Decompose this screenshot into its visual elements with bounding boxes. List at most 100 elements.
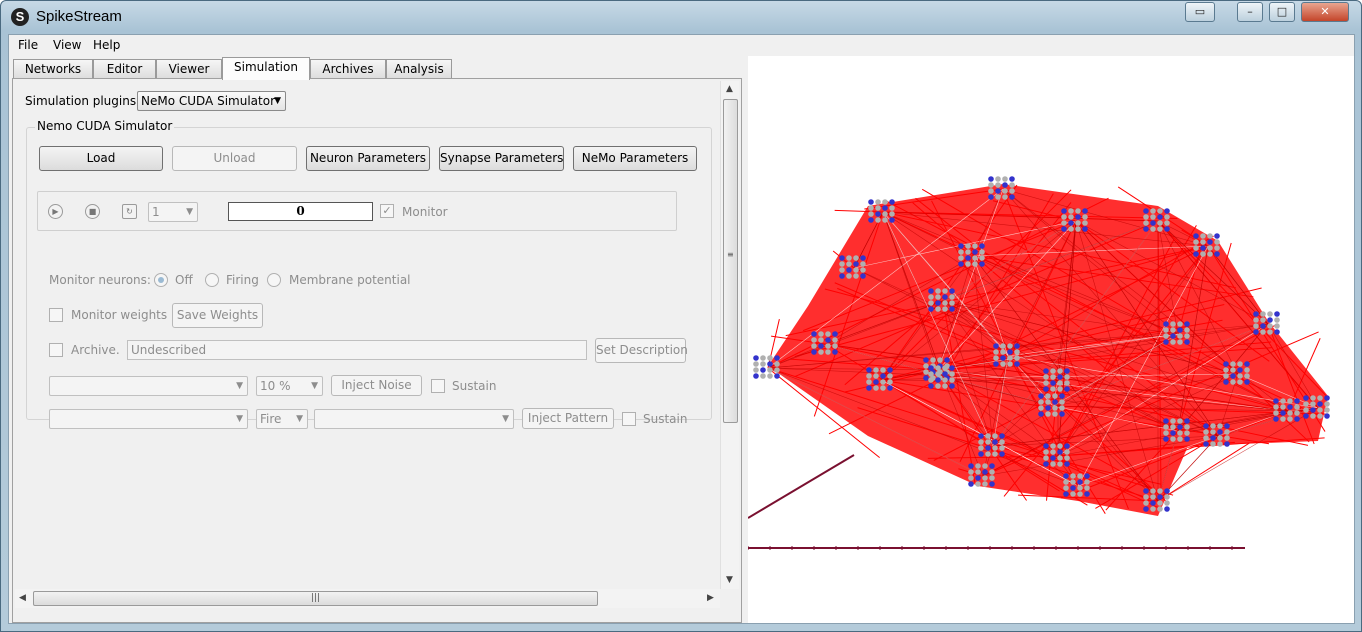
tab-simulation[interactable]: Simulation [222, 57, 310, 80]
neuron [832, 337, 838, 343]
network-visualization[interactable] [747, 56, 1354, 623]
horizontal-scrollbar[interactable]: ◀ ||| ▶ [15, 589, 720, 608]
monitor-firing-radio[interactable] [205, 273, 219, 287]
save-weights-button[interactable]: Save Weights [172, 303, 263, 328]
vertical-scrollbar[interactable]: ▲ ≡ ▼ [720, 81, 739, 589]
neuron [832, 349, 838, 355]
neuron [958, 249, 964, 255]
tab-networks[interactable]: Networks [13, 59, 93, 79]
noise-sustain-checkbox[interactable] [431, 379, 445, 393]
minimize-icon: – [1247, 5, 1253, 18]
neuron [1057, 374, 1063, 380]
set-description-button[interactable]: Set Description [595, 338, 688, 363]
horizontal-scroll-thumb[interactable]: ||| [33, 591, 598, 606]
menu-view[interactable]: View [53, 38, 81, 52]
scroll-down-icon[interactable]: ▼ [726, 575, 733, 585]
neuron [1043, 443, 1049, 449]
monitor-checkbox[interactable]: ✓ [380, 204, 394, 218]
monitor-weights-checkbox[interactable] [49, 308, 63, 322]
network-3d-viewer[interactable] [747, 56, 1354, 623]
pattern-sustain-checkbox[interactable] [622, 412, 636, 426]
neuron [760, 367, 766, 373]
monitor-membrane-radio[interactable] [267, 273, 281, 287]
archive-checkbox[interactable] [49, 343, 63, 357]
neuron [1184, 333, 1190, 339]
nemo-parameters-button[interactable]: NeMo Parameters [573, 146, 697, 171]
inject-noise-button[interactable]: Inject Noise [331, 375, 422, 396]
neuron [866, 373, 872, 379]
neuron [1260, 329, 1266, 335]
neuron [935, 300, 941, 306]
neuron [1164, 226, 1170, 232]
archive-description-input[interactable]: Undescribed [127, 340, 587, 360]
minimize-button[interactable]: – [1237, 2, 1263, 22]
chevron-down-icon: ▼ [274, 96, 281, 106]
neuron [1157, 208, 1163, 214]
neuron [1207, 233, 1213, 239]
title-bar[interactable]: S SpikeStream ▭ – □ ✕ [1, 1, 1361, 34]
switch-window-button[interactable]: ▭ [1185, 2, 1215, 22]
neuron [1064, 461, 1070, 467]
neuron [1143, 500, 1149, 506]
pattern-mode-select[interactable]: Fire ▼ [256, 409, 308, 429]
menu-help[interactable]: Help [93, 38, 120, 52]
neuron [975, 475, 981, 481]
neuron [979, 243, 985, 249]
neuron [1214, 239, 1220, 245]
neuron [1203, 441, 1209, 447]
neuron [868, 211, 874, 217]
tab-archives[interactable]: Archives [310, 59, 386, 79]
step-icon[interactable]: ↻ [122, 204, 137, 219]
pattern-file-select[interactable]: ▼ [314, 409, 514, 429]
neuron [1150, 208, 1156, 214]
load-button[interactable]: Load [39, 146, 163, 171]
vertical-scroll-thumb[interactable]: ≡ [723, 99, 738, 423]
neuron [825, 331, 831, 337]
neuron [1244, 379, 1250, 385]
noise-neuron-group-select[interactable]: ▼ [49, 376, 248, 396]
inject-pattern-button[interactable]: Inject Pattern [522, 408, 614, 429]
tab-analysis[interactable]: Analysis [386, 59, 452, 79]
neuron [1000, 361, 1006, 367]
step-count-select[interactable]: 1 ▼ [148, 202, 198, 222]
maximize-button[interactable]: □ [1269, 2, 1295, 22]
neuron [1043, 449, 1049, 455]
neuron [982, 481, 988, 487]
neuron [1217, 429, 1223, 435]
close-icon: ✕ [1320, 5, 1330, 18]
noise-percent-select[interactable]: 10 % ▼ [256, 376, 323, 396]
neuron [1157, 488, 1163, 494]
neuron [1157, 220, 1163, 226]
unload-button[interactable]: Unload [172, 146, 297, 171]
neuron [1082, 220, 1088, 226]
pattern-neuron-group-select[interactable]: ▼ [49, 409, 248, 429]
neuron [1002, 176, 1008, 182]
neuron [860, 261, 866, 267]
neuron [1150, 500, 1156, 506]
neuron [1184, 424, 1190, 430]
tab-editor[interactable]: Editor [93, 59, 156, 79]
monitor-off-radio[interactable] [154, 273, 168, 287]
play-icon[interactable]: ▶ [48, 204, 63, 219]
neuron-parameters-button[interactable]: Neuron Parameters [306, 146, 430, 171]
neuron [1050, 455, 1056, 461]
neuron [1260, 317, 1266, 323]
neuron [1164, 208, 1170, 214]
stop-icon[interactable]: ■ [85, 204, 100, 219]
neuron [993, 361, 999, 367]
neuron [923, 363, 929, 369]
neuron [1184, 418, 1190, 424]
scroll-left-icon[interactable]: ◀ [19, 593, 26, 603]
tab-viewer[interactable]: Viewer [156, 59, 222, 79]
neuron [1274, 317, 1280, 323]
scroll-right-icon[interactable]: ▶ [707, 593, 714, 603]
simulation-plugin-select[interactable]: NeMo CUDA Simulator ▼ [137, 91, 286, 111]
neuron [1002, 182, 1008, 188]
synapse-parameters-button[interactable]: Synapse Parameters [439, 146, 564, 171]
menu-file[interactable]: File [18, 38, 38, 52]
neuron [873, 379, 879, 385]
neuron [972, 255, 978, 261]
menu-bar: File View Help [9, 35, 1354, 55]
scroll-up-icon[interactable]: ▲ [726, 84, 733, 94]
close-button[interactable]: ✕ [1301, 2, 1349, 22]
